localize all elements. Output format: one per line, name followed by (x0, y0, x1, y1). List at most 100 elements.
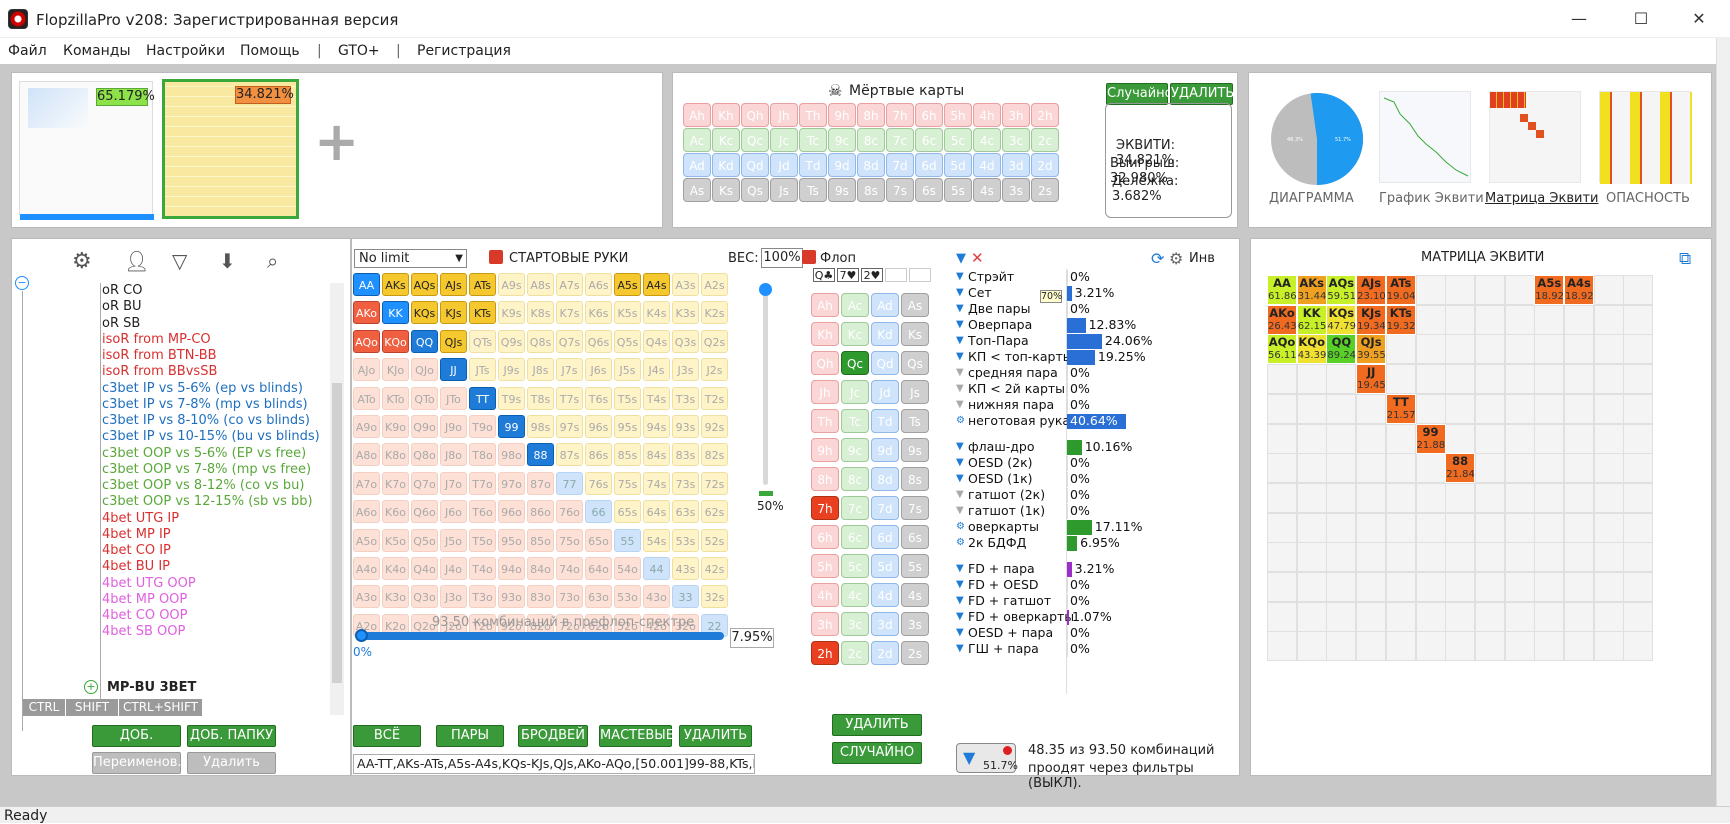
tree-item[interactable]: 4bet UTG IP (102, 511, 179, 526)
flop-card-8d[interactable]: 8d (871, 467, 899, 491)
hand-cell-73o[interactable]: 73o (556, 585, 583, 609)
hand-cell-64o[interactable]: 64o (585, 557, 612, 580)
board-card-2[interactable]: 7♥ (837, 268, 859, 282)
tree-item[interactable]: 4bet UTG OOP (102, 576, 196, 591)
hand-cell-A3s[interactable]: A3s (672, 273, 699, 296)
hand-cell-JTs[interactable]: JTs (469, 358, 496, 382)
hand-cell-K3o[interactable]: K3o (382, 585, 409, 609)
danger-view-label[interactable]: ОПАСНОСТЬ (1606, 191, 1690, 206)
stat-filter-icon[interactable]: ▼ (956, 399, 966, 411)
flop-card-Jc[interactable]: Jc (841, 380, 869, 404)
menu-commands[interactable]: Команды (63, 43, 131, 59)
dead-card-3h[interactable]: 3h (1002, 103, 1030, 127)
equity-cell-QQ[interactable]: QQ 89.24 (1326, 334, 1357, 365)
tree-item[interactable]: c3bet OOP vs 7-8% (mp vs free) (102, 462, 311, 477)
flop-card-6h[interactable]: 6h (811, 525, 839, 549)
flop-card-5c[interactable]: 5c (841, 554, 869, 578)
tree-item[interactable]: 4bet BU IP (102, 559, 170, 574)
dead-card-6d[interactable]: 6d (915, 153, 943, 177)
hand-cell-77[interactable]: 77 (556, 471, 583, 495)
select-all-button[interactable]: ВСЁ (353, 725, 421, 747)
expand-group-icon[interactable]: + (84, 680, 98, 694)
hand-cell-J3o[interactable]: J3o (440, 585, 467, 609)
import-icon[interactable]: ⬇ (219, 249, 236, 273)
hand-cell-T9o[interactable]: T9o (469, 415, 496, 438)
equity-cell-AA[interactable]: AA 61.86 (1267, 275, 1297, 305)
hand-cell-94s[interactable]: 94s (643, 415, 670, 438)
hand-cell-Q6s[interactable]: Q6s (585, 329, 612, 353)
hand-cell-ATo[interactable]: ATo (353, 386, 380, 410)
graph-view-label[interactable]: График Эквити (1379, 191, 1484, 206)
dead-card-7d[interactable]: 7d (886, 153, 914, 177)
dead-card-Kh[interactable]: Kh (712, 103, 740, 127)
flop-card-8c[interactable]: 8c (841, 467, 869, 491)
tree-item[interactable]: c3bet IP vs 7-8% (mp vs blinds) (102, 397, 308, 412)
range-text-input[interactable]: AA-TT,AKs-ATs,A5s-A4s,KQs-KJs,QJs,AKo-AQ… (353, 754, 755, 774)
stats-gear-icon[interactable]: ⚙ (1169, 249, 1183, 268)
hand-cell-J8s[interactable]: J8s (527, 358, 554, 382)
flop-card-9c[interactable]: 9c (841, 438, 869, 462)
dead-card-9s[interactable]: 9s (828, 178, 856, 202)
hand-cell-75s[interactable]: 75s (614, 471, 641, 495)
dead-card-Tc[interactable]: Tc (799, 128, 827, 152)
stat-gear-icon[interactable]: ⚙ (956, 521, 966, 533)
delete-flop-button[interactable]: УДАЛИТЬ (832, 714, 922, 736)
hand-cell-Q3s[interactable]: Q3s (672, 329, 699, 353)
window-scrollbar[interactable] (1716, 38, 1730, 806)
hand-cell-J2s[interactable]: J2s (701, 358, 728, 382)
dead-card-Kc[interactable]: Kc (712, 128, 740, 152)
hand-cell-K7s[interactable]: K7s (556, 301, 583, 325)
dead-card-2c[interactable]: 2c (1031, 128, 1059, 152)
hand-cell-T5s[interactable]: T5s (614, 386, 641, 410)
dead-card-2d[interactable]: 2d (1031, 153, 1059, 177)
dead-card-Qs[interactable]: Qs (741, 178, 769, 202)
hand-cell-Q7s[interactable]: Q7s (556, 329, 583, 353)
hand-cell-62s[interactable]: 62s (701, 500, 728, 524)
hand-cell-98s[interactable]: 98s (527, 415, 554, 438)
hand-cell-A9s[interactable]: A9s (498, 273, 525, 296)
flop-card-Qh[interactable]: Qh (811, 351, 839, 375)
hand-cell-Q5s[interactable]: Q5s (614, 329, 641, 353)
dead-card-9c[interactable]: 9c (828, 128, 856, 152)
hand-cell-A5o[interactable]: A5o (353, 528, 380, 552)
hand-cell-86s[interactable]: 86s (585, 443, 612, 467)
stat-filter-icon[interactable]: ▼ (956, 643, 966, 655)
hand-cell-QQ[interactable]: QQ (411, 329, 438, 353)
dead-card-6h[interactable]: 6h (915, 103, 943, 127)
hand-cell-JTo[interactable]: JTo (440, 386, 467, 410)
equity-pie-chart[interactable]: 48.3% 51.7% (1269, 91, 1365, 187)
hand-cell-Q6o[interactable]: Q6o (411, 500, 438, 524)
dead-card-7s[interactable]: 7s (886, 178, 914, 202)
hand-cell-AQs[interactable]: AQs (411, 273, 438, 296)
dead-card-8s[interactable]: 8s (857, 178, 885, 202)
flop-card-Qc[interactable]: Qc (841, 351, 869, 375)
stat-gear-icon[interactable]: ⚙ (956, 537, 966, 549)
hand-cell-85s[interactable]: 85s (614, 443, 641, 467)
flop-card-3c[interactable]: 3c (841, 612, 869, 636)
flop-card-4h[interactable]: 4h (811, 583, 839, 607)
hand-cell-Q8s[interactable]: Q8s (527, 329, 554, 353)
hand-cell-84s[interactable]: 84s (643, 443, 670, 467)
hand-cell-87o[interactable]: 87o (527, 471, 554, 495)
stat-filter-icon[interactable]: ▼ (956, 627, 966, 639)
hand-cell-Q4s[interactable]: Q4s (643, 329, 670, 353)
hand-cell-82s[interactable]: 82s (701, 443, 728, 467)
hand-cell-J3s[interactable]: J3s (672, 358, 699, 382)
equity-cell-TT[interactable]: TT 21.57 (1385, 393, 1416, 424)
hand-cell-J4o[interactable]: J4o (440, 557, 467, 580)
stat-filter-icon[interactable]: ▼ (956, 579, 966, 591)
hand-cell-88[interactable]: 88 (527, 443, 554, 467)
dead-card-9h[interactable]: 9h (828, 103, 856, 127)
hand-cell-T2s[interactable]: T2s (701, 386, 728, 410)
hand-cell-Q3o[interactable]: Q3o (411, 585, 438, 609)
hand-cell-A9o[interactable]: A9o (353, 415, 380, 438)
tree-item[interactable]: oR CO (102, 283, 142, 298)
equity-cell-99[interactable]: 99 21.88 (1415, 423, 1446, 454)
hand-cell-T8s[interactable]: T8s (527, 386, 554, 410)
dead-card-8h[interactable]: 8h (857, 103, 885, 127)
board-card-3[interactable]: 2♥ (861, 268, 883, 282)
hand-cell-K8o[interactable]: K8o (382, 443, 409, 467)
hand-cell-K3s[interactable]: K3s (672, 301, 699, 325)
dead-card-6s[interactable]: 6s (915, 178, 943, 202)
hand-cell-A3o[interactable]: A3o (353, 585, 380, 609)
